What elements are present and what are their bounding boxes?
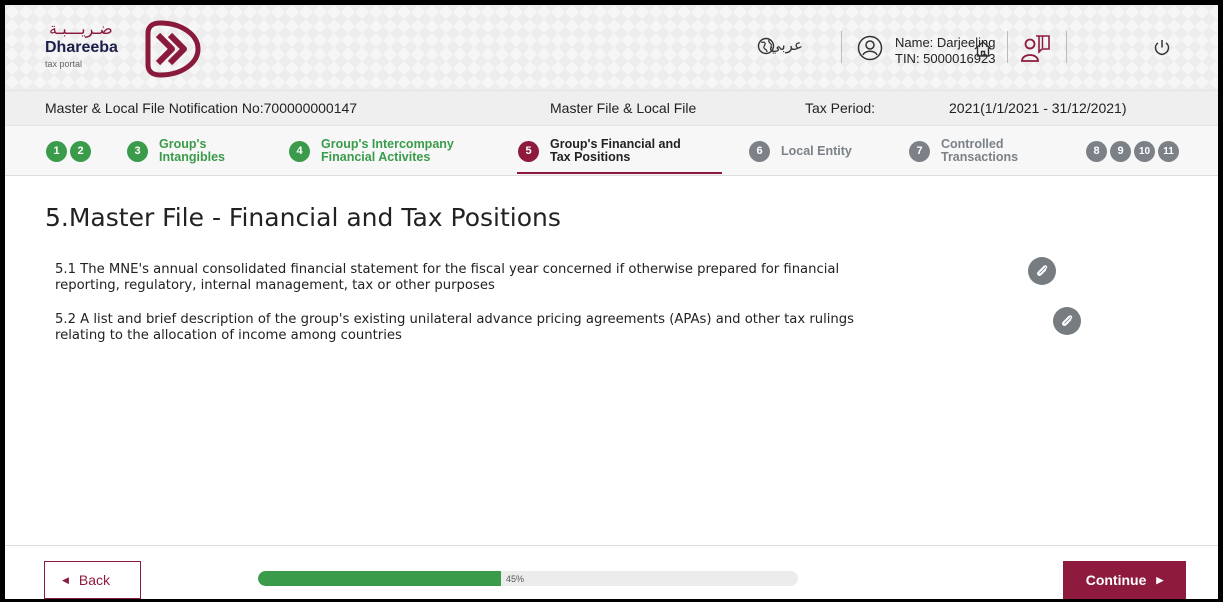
step-4-badge: 4 [289, 140, 310, 162]
step-1-badge[interactable]: 1 [46, 140, 67, 162]
step-7[interactable]: 7 Controlled Transactions [909, 126, 1018, 176]
step-2-badge[interactable]: 2 [70, 140, 91, 162]
step-4-label: Group's Intercompany Financial Activites [321, 137, 454, 164]
caret-right-icon: ▶ [1156, 574, 1164, 585]
item-5-1-line2: reporting, regulatory, internal manageme… [55, 278, 495, 293]
notification-number: Master & Local File Notification No:7000… [45, 100, 358, 116]
progress-percent-label: 45% [506, 574, 525, 584]
step-6-badge: 6 [749, 140, 770, 162]
wizard-stepper: 1 2 3 Group's Intangibles 4 Group's Inter… [5, 126, 1218, 176]
step-5-badge: 5 [518, 140, 539, 162]
step-8-11[interactable]: 8 9 10 11 [1086, 126, 1182, 176]
step-1-2[interactable]: 1 2 [46, 126, 94, 176]
active-step-underline [517, 172, 722, 174]
step-8-badge[interactable]: 8 [1086, 140, 1107, 162]
step-7-badge: 7 [909, 140, 930, 162]
back-button-label: Back [78, 572, 111, 588]
attach-5-2-paperclip-icon[interactable] [1053, 307, 1081, 335]
item-5-2-line2: relating to the allocation of income amo… [55, 328, 402, 343]
caret-left-icon: ◀ [62, 574, 69, 585]
step-4[interactable]: 4 Group's Intercompany Financial Activite… [289, 126, 454, 176]
step-3[interactable]: 3 Group's Intangibles [127, 126, 225, 176]
progress-fill [258, 571, 501, 586]
continue-button[interactable]: Continue ▶ [1063, 561, 1186, 599]
item-5-2-line1: 5.2 A list and brief description of the … [55, 312, 855, 327]
item-5-1-line1: 5.1 The MNE's annual consolidated financ… [55, 262, 840, 277]
section-item-5-2: 5.2 A list and brief description of the … [55, 312, 854, 344]
step-11-badge[interactable]: 11 [1158, 140, 1179, 162]
user-guide-icon[interactable] [1018, 31, 1052, 65]
notification-info-bar: Master & Local File Notification No:7000… [5, 90, 1218, 126]
logo-brand-text: Dhareeba [45, 39, 118, 56]
file-type-label: Master File & Local File [550, 100, 697, 116]
step-7-label: Controlled Transactions [941, 137, 1019, 164]
step-3-badge: 3 [127, 140, 148, 162]
step-5[interactable]: 5 Group's Financial and Tax Positions [518, 126, 681, 176]
step-6-label: Local Entity [781, 143, 852, 158]
progress-bar: 45% [258, 571, 798, 586]
home-icon[interactable] [972, 38, 994, 60]
power-icon[interactable] [1151, 37, 1173, 59]
language-toggle[interactable]: عربي [769, 36, 803, 54]
logo-arabic-text: ضـريـــبـة [49, 19, 113, 38]
user-avatar-icon[interactable] [856, 34, 884, 62]
dhareeba-emblem-icon [145, 20, 201, 78]
section-item-5-1: 5.1 The MNE's annual consolidated financ… [55, 262, 839, 294]
back-button[interactable]: ◀ Back [44, 561, 141, 599]
tax-period-value: 2021(1/1/2021 - 31/12/2021) [949, 100, 1127, 116]
top-header: ضـريـــبـة Dhareeba tax portal عربي Name… [5, 5, 1218, 90]
continue-button-label: Continue [1085, 572, 1147, 588]
step-9-badge[interactable]: 9 [1110, 140, 1131, 162]
header-divider [1007, 31, 1008, 63]
header-divider [841, 31, 842, 63]
step-6[interactable]: 6 Local Entity [749, 126, 852, 176]
logo-sub-text: tax portal [45, 59, 83, 69]
wizard-footer: ◀ Back 45% Continue ▶ [5, 545, 1218, 599]
step-5-label: Group's Financial and Tax Positions [550, 137, 681, 164]
header-divider [1066, 31, 1067, 63]
attach-5-1-paperclip-icon[interactable] [1028, 257, 1056, 285]
step-3-label: Group's Intangibles [159, 137, 225, 164]
tax-period-label: Tax Period: [805, 100, 876, 116]
dhareeba-logo[interactable]: ضـريـــبـة Dhareeba tax portal [42, 17, 222, 81]
step-10-badge[interactable]: 10 [1134, 140, 1155, 162]
app-window: ضـريـــبـة Dhareeba tax portal عربي Name… [5, 5, 1218, 599]
page-title: 5.Master File - Financial and Tax Positi… [45, 203, 561, 232]
